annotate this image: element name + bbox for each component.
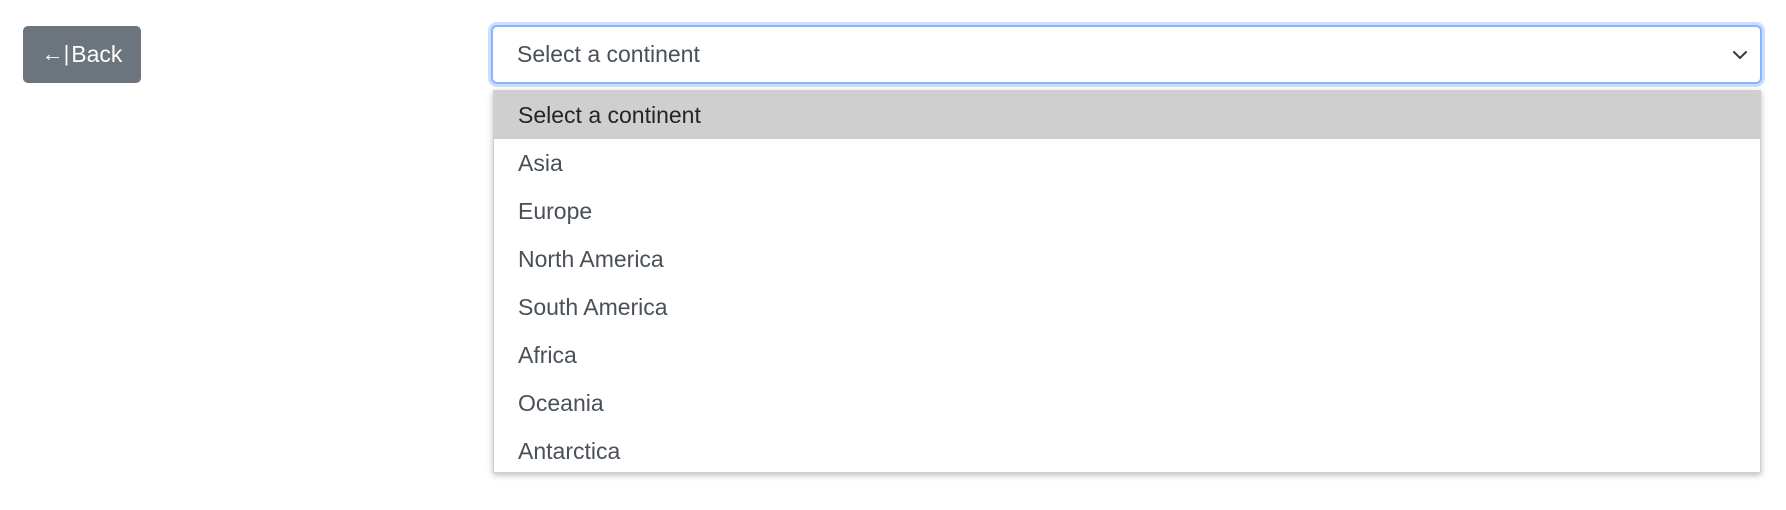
back-button-label: Back — [71, 41, 123, 67]
back-button[interactable]: ←| Back — [23, 26, 141, 83]
option-select-a-continent[interactable]: Select a continent — [494, 91, 1760, 139]
continent-dropdown-list: Select a continent Asia Europe North Ame… — [493, 90, 1761, 473]
chevron-down-icon — [1733, 50, 1747, 59]
arrow-left-to-bar-icon: ←| — [41, 40, 70, 66]
option-north-america[interactable]: North America — [494, 235, 1760, 283]
option-africa[interactable]: Africa — [494, 331, 1760, 379]
option-south-america[interactable]: South America — [494, 283, 1760, 331]
option-europe[interactable]: Europe — [494, 187, 1760, 235]
option-asia[interactable]: Asia — [494, 139, 1760, 187]
option-antarctica[interactable]: Antarctica — [494, 427, 1760, 475]
continent-select-value: Select a continent — [517, 41, 700, 67]
continent-select[interactable]: Select a continent — [491, 25, 1762, 84]
page: ←| Back Select a continent Select a cont… — [0, 0, 1786, 510]
option-oceania[interactable]: Oceania — [494, 379, 1760, 427]
